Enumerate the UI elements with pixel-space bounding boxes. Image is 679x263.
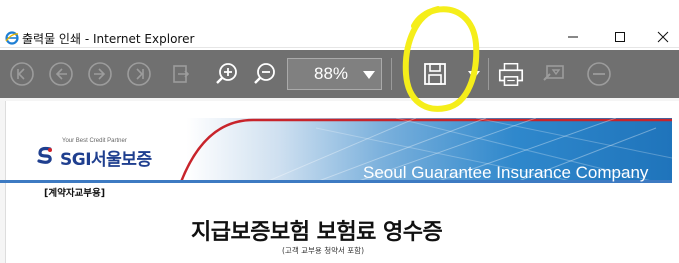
- find-icon: [543, 65, 564, 81]
- zoom-in-icon: [216, 63, 237, 84]
- company-logo-text: SGI서울보증: [60, 150, 152, 170]
- logo-tagline: Your Best Credit Partner: [62, 138, 127, 144]
- maximize-icon: [615, 32, 625, 42]
- last-page-button[interactable]: [125, 60, 153, 88]
- previous-page-icon: [49, 62, 73, 86]
- close-icon: [587, 62, 611, 86]
- close-viewer-button[interactable]: [585, 60, 613, 88]
- previous-page-button[interactable]: [47, 60, 75, 88]
- sgi-logo-icon: [37, 146, 52, 164]
- export-icon: [173, 65, 190, 83]
- zoom-out-button[interactable]: [251, 60, 279, 88]
- window-title: 출력물 인쇄 - Internet Explorer: [22, 32, 195, 46]
- toolbar-divider: [391, 58, 392, 90]
- next-page-icon: [88, 62, 112, 86]
- print-button[interactable]: [497, 60, 525, 88]
- print-icon: [498, 62, 524, 86]
- next-page-button[interactable]: [86, 60, 114, 88]
- last-page-icon: [127, 62, 151, 86]
- zoom-in-button[interactable]: [213, 60, 241, 88]
- minimize-button[interactable]: [551, 24, 595, 50]
- zoom-out-icon: [254, 63, 275, 84]
- close-x-icon: [657, 31, 669, 43]
- first-page-icon: [10, 62, 34, 86]
- zoom-select[interactable]: 88%: [287, 58, 382, 90]
- zoom-value: 88%: [314, 64, 349, 83]
- highlight-annotation: [402, 6, 480, 112]
- document-subtitle: (고객 교부용 청약서 포함): [282, 246, 365, 255]
- minimize-icon: [568, 36, 578, 38]
- company-english-name: Seoul Guarantee Insurance Company: [363, 163, 649, 182]
- document-title: 지급보증보험 보험료 영수증: [191, 220, 443, 245]
- maximize-button[interactable]: [598, 24, 642, 50]
- close-window-button[interactable]: [641, 24, 679, 50]
- toolbar-divider: [488, 58, 489, 90]
- first-page-button[interactable]: [8, 60, 36, 88]
- find-button[interactable]: [540, 60, 568, 88]
- copy-type-label: [계약자교부용]: [44, 188, 106, 199]
- chevron-down-icon: [363, 71, 375, 79]
- internet-explorer-icon: [5, 31, 19, 45]
- export-button[interactable]: [167, 60, 195, 88]
